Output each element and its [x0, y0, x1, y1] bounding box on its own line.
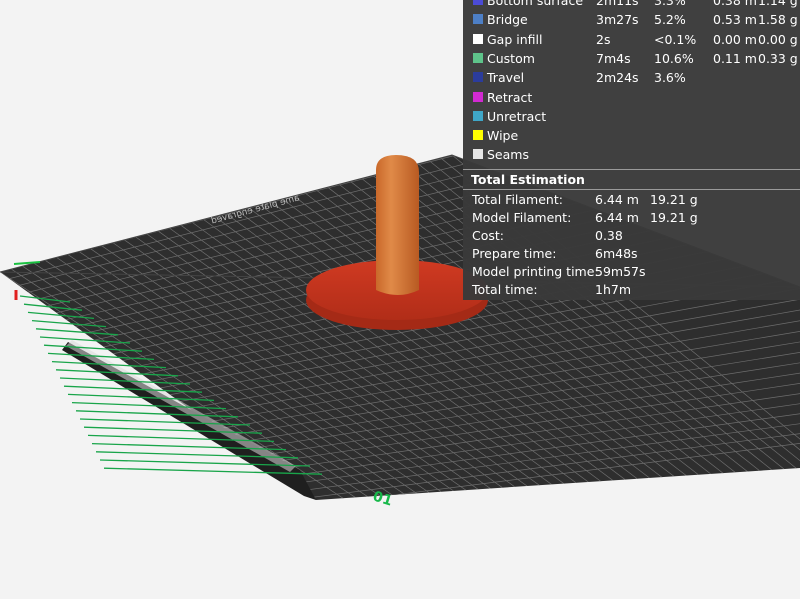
legend-name: Seams [487, 147, 529, 163]
legend-row-bottom-surface[interactable]: Bottom surface 2m11s 3.3% 0.38 m 1.14 g [463, 0, 800, 10]
legend-percent: 3.6% [654, 70, 686, 86]
legend-length: 0.00 m [713, 31, 757, 47]
legend-row-seams[interactable]: Seams [463, 145, 800, 164]
legend-time: 2m11s [596, 0, 639, 8]
total-value-primary: 59m57s [595, 264, 646, 279]
total-label: Cost: [472, 228, 505, 243]
legend-percent: 10.6% [654, 50, 694, 66]
total-row: Model printing time: 59m57s [463, 263, 800, 281]
total-row: Prepare time: 6m48s [463, 245, 800, 263]
total-value-primary: 6.44 m [595, 192, 639, 207]
total-row: Total time: 1h7m [463, 281, 800, 299]
legend-weight: 1.58 g [758, 12, 798, 28]
total-label: Prepare time: [472, 246, 557, 261]
legend-time: 3m27s [596, 12, 639, 28]
total-value-primary: 6.44 m [595, 210, 639, 225]
total-value-primary: 0.38 [595, 228, 623, 243]
model-pillar [376, 155, 419, 295]
legend-row-wipe[interactable]: Wipe [463, 126, 800, 145]
legend-name: Wipe [487, 128, 519, 144]
total-row: Total Filament: 6.44 m 19.21 g [463, 191, 800, 209]
total-value-primary: 6m48s [595, 246, 638, 261]
legend-color-swatch [473, 110, 483, 121]
legend-row-bridge[interactable]: Bridge 3m27s 5.2% 0.53 m 1.58 g [463, 10, 800, 29]
total-label: Model printing time: [472, 264, 599, 279]
legend-time: 2s [596, 31, 611, 47]
legend-row-custom[interactable]: Custom 7m4s 10.6% 0.11 m 0.33 g [463, 49, 800, 68]
legend-percent: <0.1% [654, 31, 697, 47]
legend-length: 0.38 m [713, 0, 757, 8]
total-value-primary: 1h7m [595, 282, 632, 297]
legend-color-swatch [473, 0, 483, 5]
slice-statistics-panel: Bottom surface 2m11s 3.3% 0.38 m 1.14 g Bridg… [463, 0, 800, 300]
legend-color-swatch [473, 130, 483, 141]
legend-name: Custom [487, 50, 535, 66]
legend-color-swatch [473, 14, 483, 25]
legend-name: Unretract [487, 108, 547, 124]
total-value-secondary: 19.21 g [650, 192, 698, 207]
legend-color-swatch [473, 149, 483, 160]
legend-name: Travel [487, 70, 525, 86]
legend-name: Retract [487, 89, 533, 105]
total-label: Total time: [472, 282, 538, 297]
legend-length: 0.11 m [713, 50, 757, 66]
legend-name: Bridge [487, 12, 528, 28]
legend-row-gap-infill[interactable]: Gap infill 2s <0.1% 0.00 m 0.00 g [463, 30, 800, 49]
legend-color-swatch [473, 52, 483, 63]
legend-time: 7m4s [596, 50, 631, 66]
legend-percent: 3.3% [654, 0, 686, 8]
legend-weight: 0.00 g [758, 31, 798, 47]
legend-weight: 1.14 g [758, 0, 798, 8]
legend-length: 0.53 m [713, 12, 757, 28]
legend-name: Gap infill [487, 31, 543, 47]
legend-color-swatch [473, 91, 483, 102]
total-row: Cost: 0.38 [463, 227, 800, 245]
legend-name: Bottom surface [487, 0, 584, 8]
legend-weight: 0.33 g [758, 50, 798, 66]
legend-time: 2m24s [596, 70, 639, 86]
total-value-secondary: 19.21 g [650, 210, 698, 225]
total-row: Model Filament: 6.44 m 19.21 g [463, 209, 800, 227]
legend-color-swatch [473, 72, 483, 83]
total-label: Total Filament: [472, 192, 563, 207]
legend-row-travel[interactable]: Travel 2m24s 3.6% [463, 68, 800, 87]
legend-row-retract[interactable]: Retract [463, 88, 800, 107]
legend-percent: 5.2% [654, 12, 686, 28]
total-label: Model Filament: [472, 210, 572, 225]
legend-color-swatch [473, 33, 483, 44]
total-estimation-header: Total Estimation [463, 169, 800, 190]
legend-row-unretract[interactable]: Unretract [463, 107, 800, 126]
